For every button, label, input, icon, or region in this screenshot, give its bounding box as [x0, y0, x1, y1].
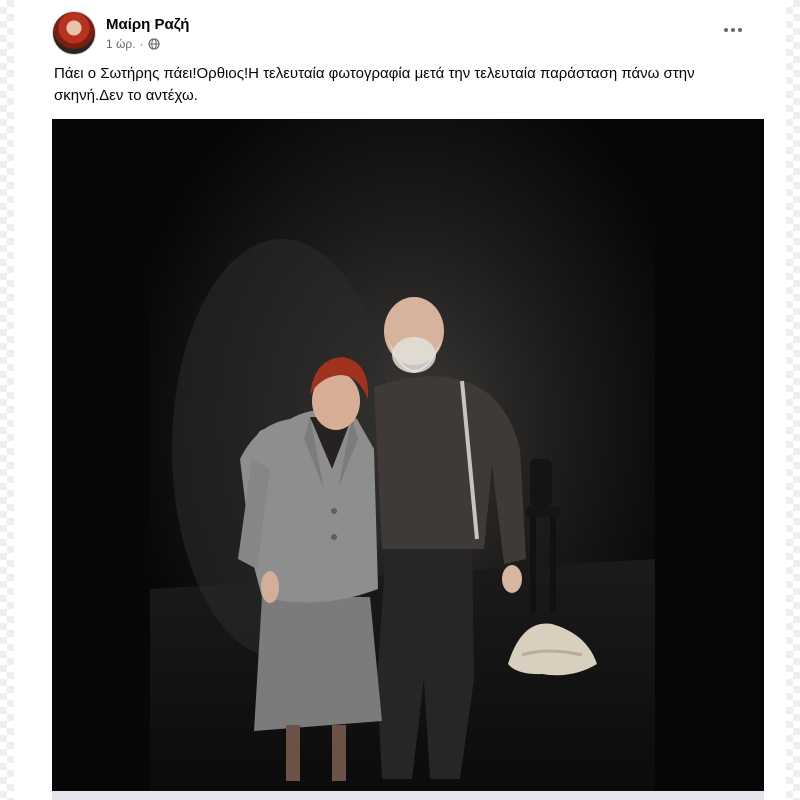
facebook-post: Μαίρη Ραζή 1 ώρ. · Πάει ο Σωτήρης πάει!Ο…: [38, 0, 768, 800]
screenshot-frame: Μαίρη Ραζή 1 ώρ. · Πάει ο Σωτήρης πάει!Ο…: [0, 0, 800, 800]
author-name[interactable]: Μαίρη Ραζή: [106, 15, 189, 34]
post-photo[interactable]: [52, 119, 764, 791]
post-timestamp[interactable]: 1 ώρ.: [106, 36, 136, 52]
meta-separator: ·: [139, 36, 144, 51]
post-caption: Πάει ο Σωτήρης πάει!Ορθιος!Η τελευταία φ…: [54, 65, 695, 104]
globe-icon[interactable]: [147, 37, 160, 50]
post-meta: Μαίρη Ραζή 1 ώρ. ·: [106, 15, 189, 52]
post-bottom-edge: [52, 791, 764, 800]
author-avatar[interactable]: [52, 11, 96, 55]
transparency-edge-right: [786, 0, 800, 800]
transparency-edge-left: [0, 0, 14, 800]
post-header: Μαίρη Ραζή 1 ώρ. ·: [52, 10, 189, 56]
stage-photo-illustration: [52, 119, 764, 791]
post-time-row: 1 ώρ. ·: [106, 36, 189, 52]
more-options-icon[interactable]: [718, 18, 748, 42]
